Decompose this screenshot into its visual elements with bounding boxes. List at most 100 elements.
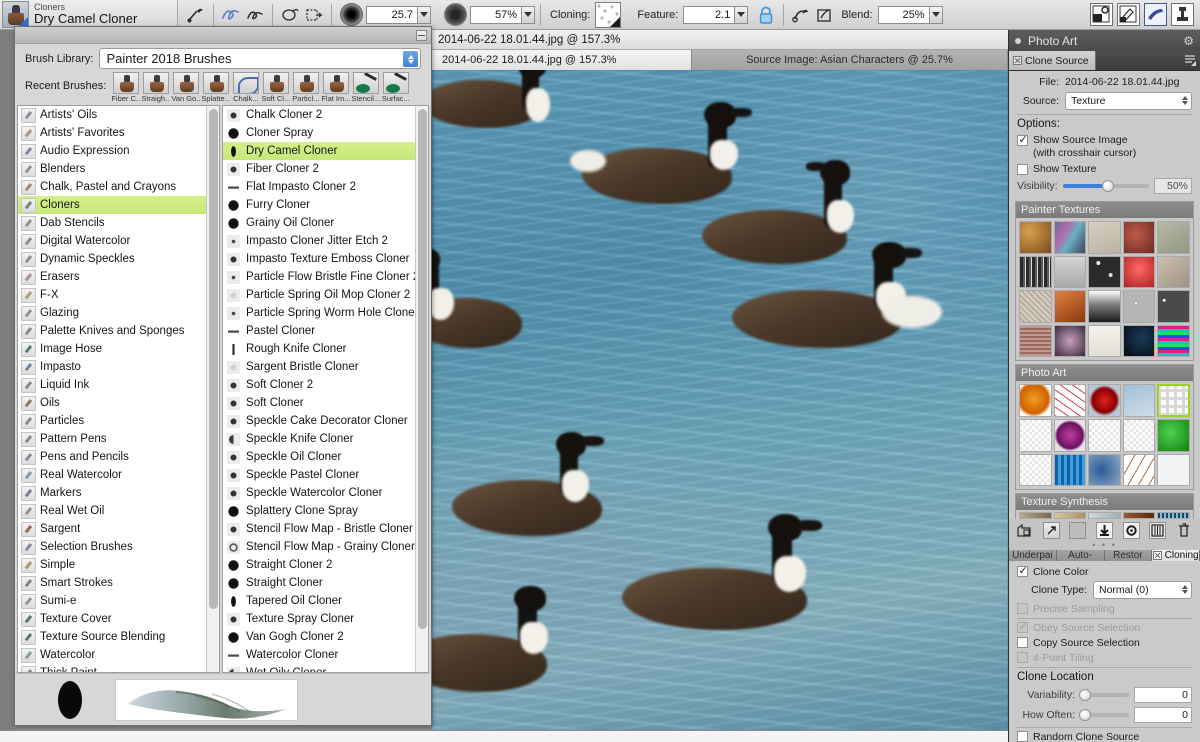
brush-category-item[interactable]: Real Watercolor [18, 466, 219, 484]
library-swatch[interactable] [1053, 384, 1087, 418]
brush-category-item[interactable]: Glazing [18, 304, 219, 322]
brush-variant-item[interactable]: Van Gogh Cloner 2 [223, 628, 428, 646]
brush-opacity-swatch[interactable] [444, 3, 467, 26]
recent-brush-item[interactable]: Flat Im... [321, 72, 350, 103]
checkbox-icon[interactable] [1017, 652, 1028, 664]
brush-category-item[interactable]: Image Hose [18, 340, 219, 358]
brush-library-select[interactable]: Painter 2018 Brushes [99, 48, 421, 69]
obey-source-selection-checkbox[interactable]: Obey Source Selection [1017, 620, 1192, 634]
tab-source-image[interactable]: Source Image: Asian Characters @ 25.7% [692, 50, 1008, 70]
brush-size-stepper[interactable] [418, 5, 431, 24]
brush-variant-item[interactable]: Speckle Cake Decorator Cloner [223, 412, 428, 430]
brush-variant-item[interactable]: Particle Spring Oil Mop Cloner 2 [223, 286, 428, 304]
variability-value[interactable]: 0 [1134, 686, 1192, 703]
brush-category-item[interactable]: Palette Knives and Sponges [18, 322, 219, 340]
clone-type-select[interactable]: Normal (0) [1093, 580, 1192, 599]
library-swatch[interactable] [1122, 453, 1156, 487]
brush-category-item[interactable]: Particles [18, 412, 219, 430]
cloning-panel-icon[interactable] [1171, 3, 1194, 26]
library-swatch[interactable] [1157, 290, 1191, 323]
recent-brush-item[interactable]: Splatte... [201, 72, 230, 103]
library-swatch[interactable] [1122, 290, 1156, 323]
brush-variant-item[interactable]: Rough Knife Cloner [223, 340, 428, 358]
panel-collapse-icon[interactable] [1015, 37, 1021, 44]
visibility-slider[interactable] [1062, 180, 1149, 192]
settings-icon[interactable] [1122, 521, 1140, 539]
library-swatch[interactable] [1157, 453, 1191, 487]
checkbox-icon[interactable] [1017, 133, 1028, 146]
brush-variant-item[interactable]: Pastel Cloner [223, 322, 428, 340]
library-swatch[interactable] [1088, 255, 1121, 289]
library-swatch[interactable] [1088, 453, 1121, 487]
library-swatch[interactable] [1053, 419, 1087, 452]
feature-field[interactable]: 2.1 [683, 5, 736, 24]
expand-library-icon[interactable] [1042, 521, 1060, 539]
brush-window-titlebar[interactable] [15, 27, 431, 44]
library-swatch[interactable] [1053, 324, 1087, 358]
visibility-value[interactable]: 50% [1154, 178, 1192, 194]
checkbox-icon[interactable] [1017, 163, 1028, 175]
brush-variant-item[interactable]: Cloner Spray [223, 124, 428, 142]
how-often-slider[interactable] [1079, 708, 1129, 721]
brush-variant-item[interactable]: Chalk Cloner 2 [223, 106, 428, 124]
gear-icon[interactable]: ⚙ [1183, 34, 1194, 48]
photo-art-subtab[interactable]: Cloning [1152, 549, 1200, 561]
random-clone-source-checkbox[interactable]: Random Clone Source [1017, 731, 1192, 742]
brush-category-item[interactable]: Selection Brushes [18, 538, 219, 556]
copy-source-selection-checkbox[interactable]: Copy Source Selection [1017, 637, 1192, 649]
brush-category-item[interactable]: Sargent [18, 520, 219, 538]
dab-preview-icon[interactable] [278, 3, 302, 27]
import-library-icon[interactable] [1016, 522, 1033, 539]
brush-variant-item[interactable]: Wet Oily Cloner [223, 664, 428, 672]
painter-textures-grid[interactable] [1016, 218, 1193, 361]
auto-painting-icon[interactable] [1117, 3, 1140, 26]
brush-variant-item[interactable]: Splattery Clone Spray [223, 502, 428, 520]
texture-synthesis-library[interactable]: Texture Synthesis [1015, 493, 1194, 519]
brush-variant-item[interactable]: Straight Cloner [223, 574, 428, 592]
chevron-updown-icon[interactable] [1182, 96, 1188, 105]
brush-category-item[interactable]: F-X [18, 286, 219, 304]
brush-opacity-stepper[interactable] [522, 5, 535, 24]
library-swatch[interactable] [1053, 255, 1087, 289]
library-swatch[interactable] [1088, 419, 1121, 452]
brush-category-item[interactable]: Markers [18, 484, 219, 502]
library-list-icon[interactable] [1149, 521, 1167, 539]
brush-variant-item[interactable]: Straight Cloner 2 [223, 556, 428, 574]
panel-menu-icon[interactable] [1184, 54, 1196, 66]
recent-brush-item[interactable]: Soft Cl... [261, 72, 290, 103]
brush-variant-item[interactable]: Soft Cloner 2 [223, 376, 428, 394]
clone-color-brush-icon[interactable] [789, 3, 813, 27]
photo-art-subtab[interactable]: Underpai [1009, 549, 1057, 561]
brush-variant-item[interactable]: Stencil Flow Map - Grainy Cloner [223, 538, 428, 556]
brush-tool-icon[interactable] [184, 3, 208, 27]
lock-icon[interactable] [754, 3, 778, 27]
brush-category-item[interactable]: Simple [18, 556, 219, 574]
photo-art-panel-header[interactable]: Photo Art ⚙ [1009, 30, 1200, 52]
close-icon[interactable] [416, 30, 427, 41]
category-scrollbar[interactable] [206, 106, 220, 672]
feature-stepper[interactable] [735, 5, 749, 24]
tab-active-document[interactable]: 2014-06-22 18.01.44.jpg @ 157.3% [432, 50, 692, 70]
library-swatch[interactable] [1088, 290, 1121, 323]
brush-category-item[interactable]: Artists' Favorites [18, 124, 219, 142]
brush-variant-item[interactable]: Stencil Flow Map - Bristle Cloner [223, 520, 428, 538]
checkbox-icon[interactable] [1017, 620, 1028, 634]
brush-variant-item[interactable]: Soft Cloner [223, 394, 428, 412]
library-swatch[interactable] [1053, 290, 1087, 323]
brush-variant-item[interactable]: Watercolor Cloner [223, 646, 428, 664]
library-swatch[interactable] [1019, 255, 1052, 289]
library-swatch[interactable] [1019, 221, 1052, 254]
close-icon[interactable] [1152, 550, 1162, 560]
library-swatch[interactable] [1053, 453, 1087, 487]
library-swatch[interactable] [1122, 255, 1156, 289]
brush-variant-item[interactable]: Fiber Cloner 2 [223, 160, 428, 178]
checkbox-icon[interactable] [1017, 564, 1028, 578]
clone-source-brush-icon[interactable] [813, 3, 837, 27]
brush-variant-item[interactable]: Particle Spring Worm Hole Cloner 2 [223, 304, 428, 322]
brush-category-item[interactable]: Dynamic Speckles [18, 250, 219, 268]
recent-brush-item[interactable]: Particl... [291, 72, 320, 103]
brush-variant-item[interactable]: Furry Cloner [223, 196, 428, 214]
brush-variant-item[interactable]: Dry Camel Cloner [223, 142, 428, 160]
recent-brush-item[interactable]: Fiber C... [111, 72, 140, 103]
quick-clone-icon[interactable] [1090, 3, 1113, 26]
